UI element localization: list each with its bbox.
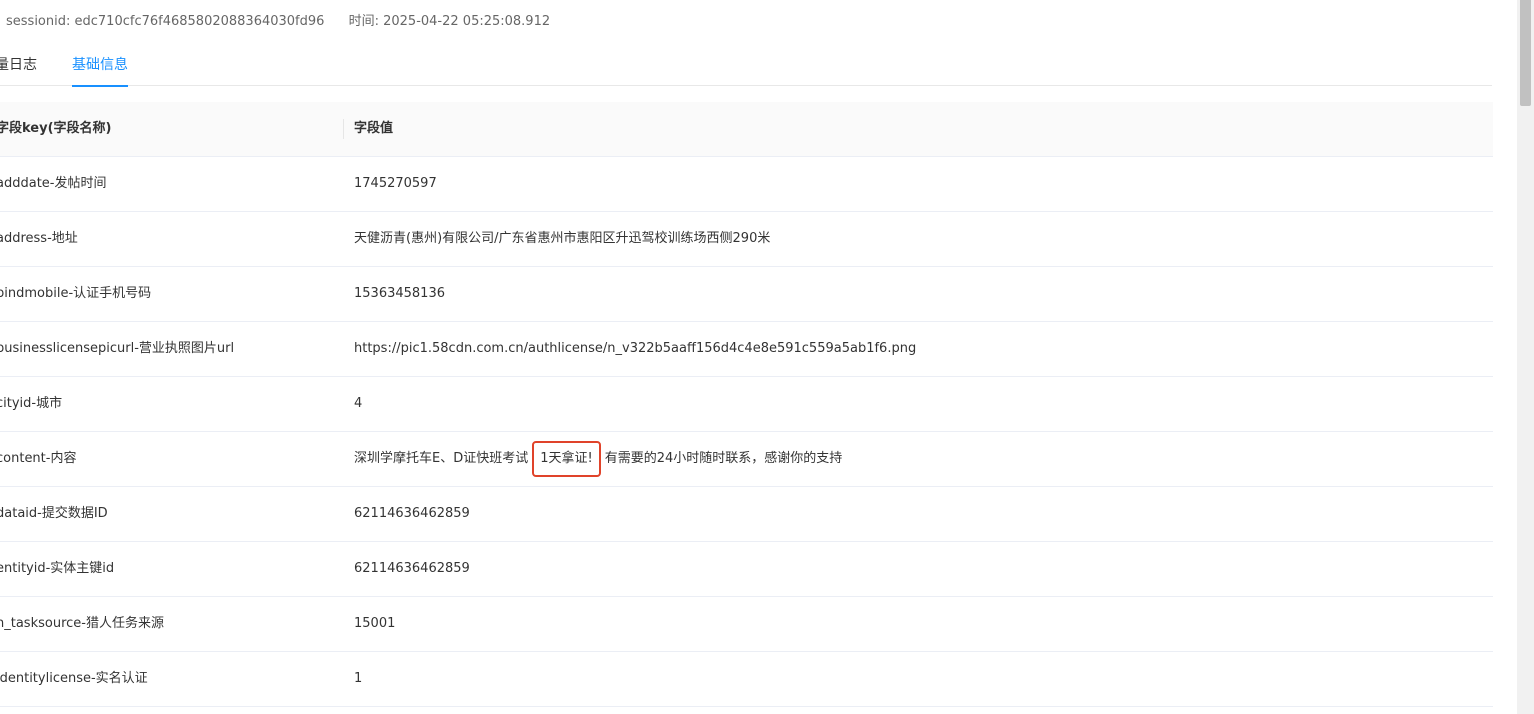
row-key: entityid-实体主键id [0, 561, 115, 576]
row-value-content: 深圳学摩托车E、D证快班考试 1天拿证! 有需要的24小时随时联系，感谢你的支持 [354, 432, 842, 486]
row-key: dataid-提交数据ID [0, 506, 108, 521]
row-value: 15363458136 [354, 286, 445, 301]
row-key: adddate-发帖时间 [0, 176, 107, 191]
table-row: h_tasksource-猎人任务来源 15001 [0, 597, 1493, 652]
content-highlight-box: 1天拿证! [532, 441, 601, 477]
header-divider [343, 119, 344, 139]
row-value: https://pic1.58cdn.com.cn/authlicense/n_… [354, 341, 917, 356]
table-row: entityid-实体主键id 62114636462859 [0, 542, 1493, 597]
session-meta: sessionid: edc710cfc76f4685802088364030f… [6, 10, 550, 29]
row-key: businesslicensepicurl-营业执照图片url [0, 341, 235, 356]
tab-bar: 量日志 基础信息 [0, 44, 1492, 87]
time-value: 2025-04-22 05:25:08.912 [383, 14, 551, 29]
table-row: address-地址 天健沥青(惠州)有限公司/广东省惠州市惠阳区升迅驾校训练场… [0, 212, 1493, 267]
row-key: cityid-城市 [0, 396, 63, 411]
header-value: 字段值 [354, 121, 394, 136]
vertical-scrollbar[interactable] [1517, 0, 1534, 714]
table-row: adddate-发帖时间 1745270597 [0, 157, 1493, 212]
table-row: content-内容 深圳学摩托车E、D证快班考试 1天拿证! 有需要的24小时随时… [0, 432, 1493, 487]
row-key: h_tasksource-猎人任务来源 [0, 616, 164, 631]
header-key: 字段key(字段名称) [0, 121, 112, 136]
table-header: 字段key(字段名称) 字段值 [0, 102, 1493, 157]
session-id-value: edc710cfc76f4685802088364030fd96 [74, 14, 325, 29]
page: sessionid: edc710cfc76f4685802088364030f… [0, 0, 1534, 714]
row-value: 62114636462859 [354, 561, 470, 576]
row-value: 4 [354, 396, 363, 411]
table-row: dataid-提交数据ID 62114636462859 [0, 487, 1493, 542]
table-row: identitylicense-实名认证 1 [0, 652, 1493, 707]
table-row: bindmobile-认证手机号码 15363458136 [0, 267, 1493, 322]
tab-log[interactable]: 量日志 [0, 54, 37, 74]
table-row: businesslicensepicurl-营业执照图片url https://… [0, 322, 1493, 377]
table-row: cityid-城市 4 [0, 377, 1493, 432]
row-key: content-内容 [0, 451, 77, 466]
content-text-after: 有需要的24小时随时联系，感谢你的支持 [604, 451, 843, 466]
row-value: 1 [354, 671, 363, 686]
row-key: identitylicense-实名认证 [0, 671, 148, 686]
scrollbar-thumb[interactable] [1520, 0, 1531, 106]
row-value: 1745270597 [354, 176, 437, 191]
field-table: 字段key(字段名称) 字段值 adddate-发帖时间 1745270597 … [0, 102, 1493, 707]
row-value: 62114636462859 [354, 506, 470, 521]
content-text-before: 深圳学摩托车E、D证快班考试 [354, 451, 529, 466]
session-id-label: sessionid: [6, 14, 71, 29]
row-key: address-地址 [0, 231, 78, 246]
row-value: 天健沥青(惠州)有限公司/广东省惠州市惠阳区升迅驾校训练场西侧290米 [354, 231, 771, 246]
row-value: 15001 [354, 616, 396, 631]
tab-basic-info[interactable]: 基础信息 [72, 54, 128, 87]
row-key: bindmobile-认证手机号码 [0, 286, 152, 301]
time-label: 时间: [348, 14, 379, 29]
